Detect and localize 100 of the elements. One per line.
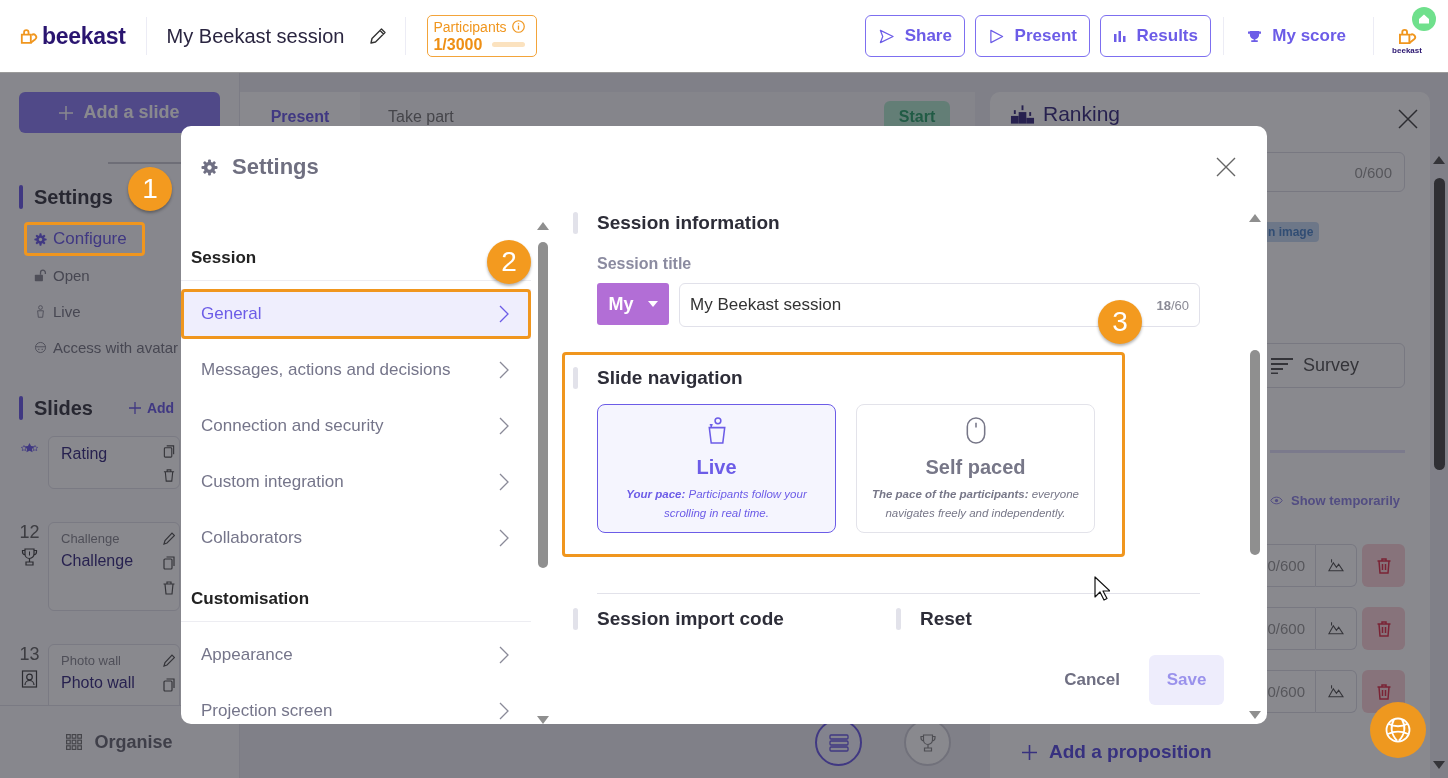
settings-item[interactable]: Open [24, 258, 102, 292]
participants-label: Participants [433, 18, 507, 35]
panel-title: Ranking [1043, 103, 1121, 125]
nav-section-heading: Customisation [181, 576, 531, 622]
mountain-image-icon [1328, 559, 1344, 572]
person-icon [34, 304, 47, 318]
portrait-icon [21, 670, 38, 688]
plus-icon [59, 105, 74, 120]
scrollbar-thumb[interactable] [537, 242, 548, 568]
nav-item[interactable]: Collaborators [181, 513, 531, 563]
scroll-up-icon[interactable] [1433, 156, 1445, 164]
slide-card[interactable]: Challenge Challenge [48, 522, 180, 611]
organise-button[interactable]: Organise [66, 731, 173, 753]
trash-icon[interactable] [163, 581, 175, 595]
add-slide-link[interactable]: Add [128, 400, 175, 416]
accent-bar [573, 212, 578, 234]
chevron-right-icon [499, 417, 509, 435]
image-button[interactable] [1316, 544, 1357, 587]
grid-icon [66, 734, 83, 750]
close-icon[interactable] [1216, 157, 1236, 177]
navigation-option-card[interactable]: Self paced The pace of the participants: everyone navigates freely and independently. [856, 404, 1095, 533]
bar-chart-icon [1113, 30, 1126, 42]
scroll-down-icon[interactable] [1249, 711, 1261, 719]
step-number-badge: 1 [128, 167, 172, 211]
plus-icon [128, 402, 141, 414]
nav-item[interactable]: Custom integration [181, 457, 531, 507]
show-temporarily-link[interactable]: Show temporarily [1270, 493, 1401, 508]
dialog-title: Settings [232, 154, 319, 180]
avatar-label: beekast [1392, 46, 1422, 56]
scroll-up-icon[interactable] [536, 222, 549, 230]
nav-item[interactable]: Appearance [181, 630, 531, 680]
my-score-button[interactable]: My score [1248, 26, 1346, 46]
participants-count: 1/3000 [433, 35, 483, 54]
header-button[interactable]: Present [975, 15, 1091, 57]
accent-bar [896, 608, 901, 630]
accent-bar [19, 185, 23, 209]
option-title: Live [696, 455, 737, 479]
scroll-up-icon[interactable] [1249, 214, 1261, 222]
copy-icon[interactable] [163, 556, 175, 570]
trash-icon [1376, 557, 1391, 574]
option-title: Self paced [925, 455, 1026, 479]
scrollbar-thumb[interactable] [1433, 178, 1445, 470]
participants-badge[interactable]: Participants 1/3000 [427, 15, 538, 57]
pencil-icon[interactable] [369, 27, 388, 45]
delete-button[interactable] [1362, 544, 1405, 587]
slide-title: Challenge [61, 552, 134, 570]
settings-item[interactable]: Live [24, 294, 93, 328]
scroll-down-icon[interactable] [1433, 761, 1445, 769]
tab[interactable]: Take part [388, 92, 454, 150]
character-counter: 18/60 [1156, 297, 1189, 313]
chevron-right-icon [499, 529, 509, 547]
trash-icon [1376, 683, 1391, 700]
header-button[interactable]: Results [1100, 15, 1212, 57]
trophy-icon [1248, 29, 1262, 43]
cancel-button[interactable]: Cancel [1064, 670, 1120, 690]
mouse-icon [965, 417, 986, 444]
gear-icon [201, 158, 218, 176]
option-description: Your pace: Participants follow your scrolling in real time. [625, 487, 808, 521]
podium-icon [1010, 104, 1035, 124]
image-button[interactable] [1316, 670, 1357, 713]
slide-card[interactable]: Rating [48, 436, 180, 489]
chevron-right-icon [499, 305, 509, 323]
logo-text: beekast [42, 22, 126, 50]
lines-icon [1271, 357, 1293, 374]
add-proposition-button[interactable]: Add a proposition [1022, 741, 1212, 763]
scroll-down-icon[interactable] [536, 716, 549, 724]
list-icon [828, 733, 849, 752]
slide-title: Rating [61, 445, 108, 463]
trash-icon [1376, 620, 1391, 637]
plus-icon [1022, 744, 1037, 760]
slide-type: Challenge [61, 531, 121, 546]
slide-card[interactable]: Photo wall Photo wall [48, 644, 180, 705]
prefix-dropdown[interactable]: My [597, 283, 669, 325]
add-slide-button[interactable]: Add a slide [19, 92, 220, 133]
logo-icon [20, 27, 38, 45]
section-title: Reset [920, 608, 972, 630]
delete-button[interactable] [1362, 607, 1405, 650]
trophy-icon [21, 548, 38, 566]
nav-item[interactable]: Connection and security [181, 401, 531, 451]
nav-item[interactable]: Projection screen [181, 686, 531, 724]
header-button[interactable]: Share [865, 15, 966, 57]
trash-icon[interactable] [163, 469, 175, 482]
info-icon[interactable] [511, 20, 525, 33]
slide-number: 13 [19, 644, 40, 664]
section-title: Session information [597, 212, 780, 234]
image-button[interactable] [1316, 607, 1357, 650]
field-value: My Beekast session [690, 295, 842, 315]
settings-item[interactable]: Configure [24, 222, 145, 256]
copy-icon[interactable] [163, 445, 175, 458]
globe-icon [1385, 717, 1411, 743]
settings-heading: Settings [34, 185, 113, 209]
scrollbar-thumb[interactable] [1250, 350, 1260, 555]
close-icon[interactable] [1398, 108, 1418, 129]
section-title: Session import code [597, 608, 784, 630]
chevron-right-icon [499, 702, 509, 720]
copy-icon[interactable] [163, 678, 175, 692]
navigation-option-card[interactable]: Live Your pace: Participants follow your scrolling in real time. [597, 404, 836, 533]
field-label: Session title [597, 254, 693, 274]
step-number-badge: 3 [1098, 300, 1142, 344]
eye-icon [1270, 496, 1283, 505]
